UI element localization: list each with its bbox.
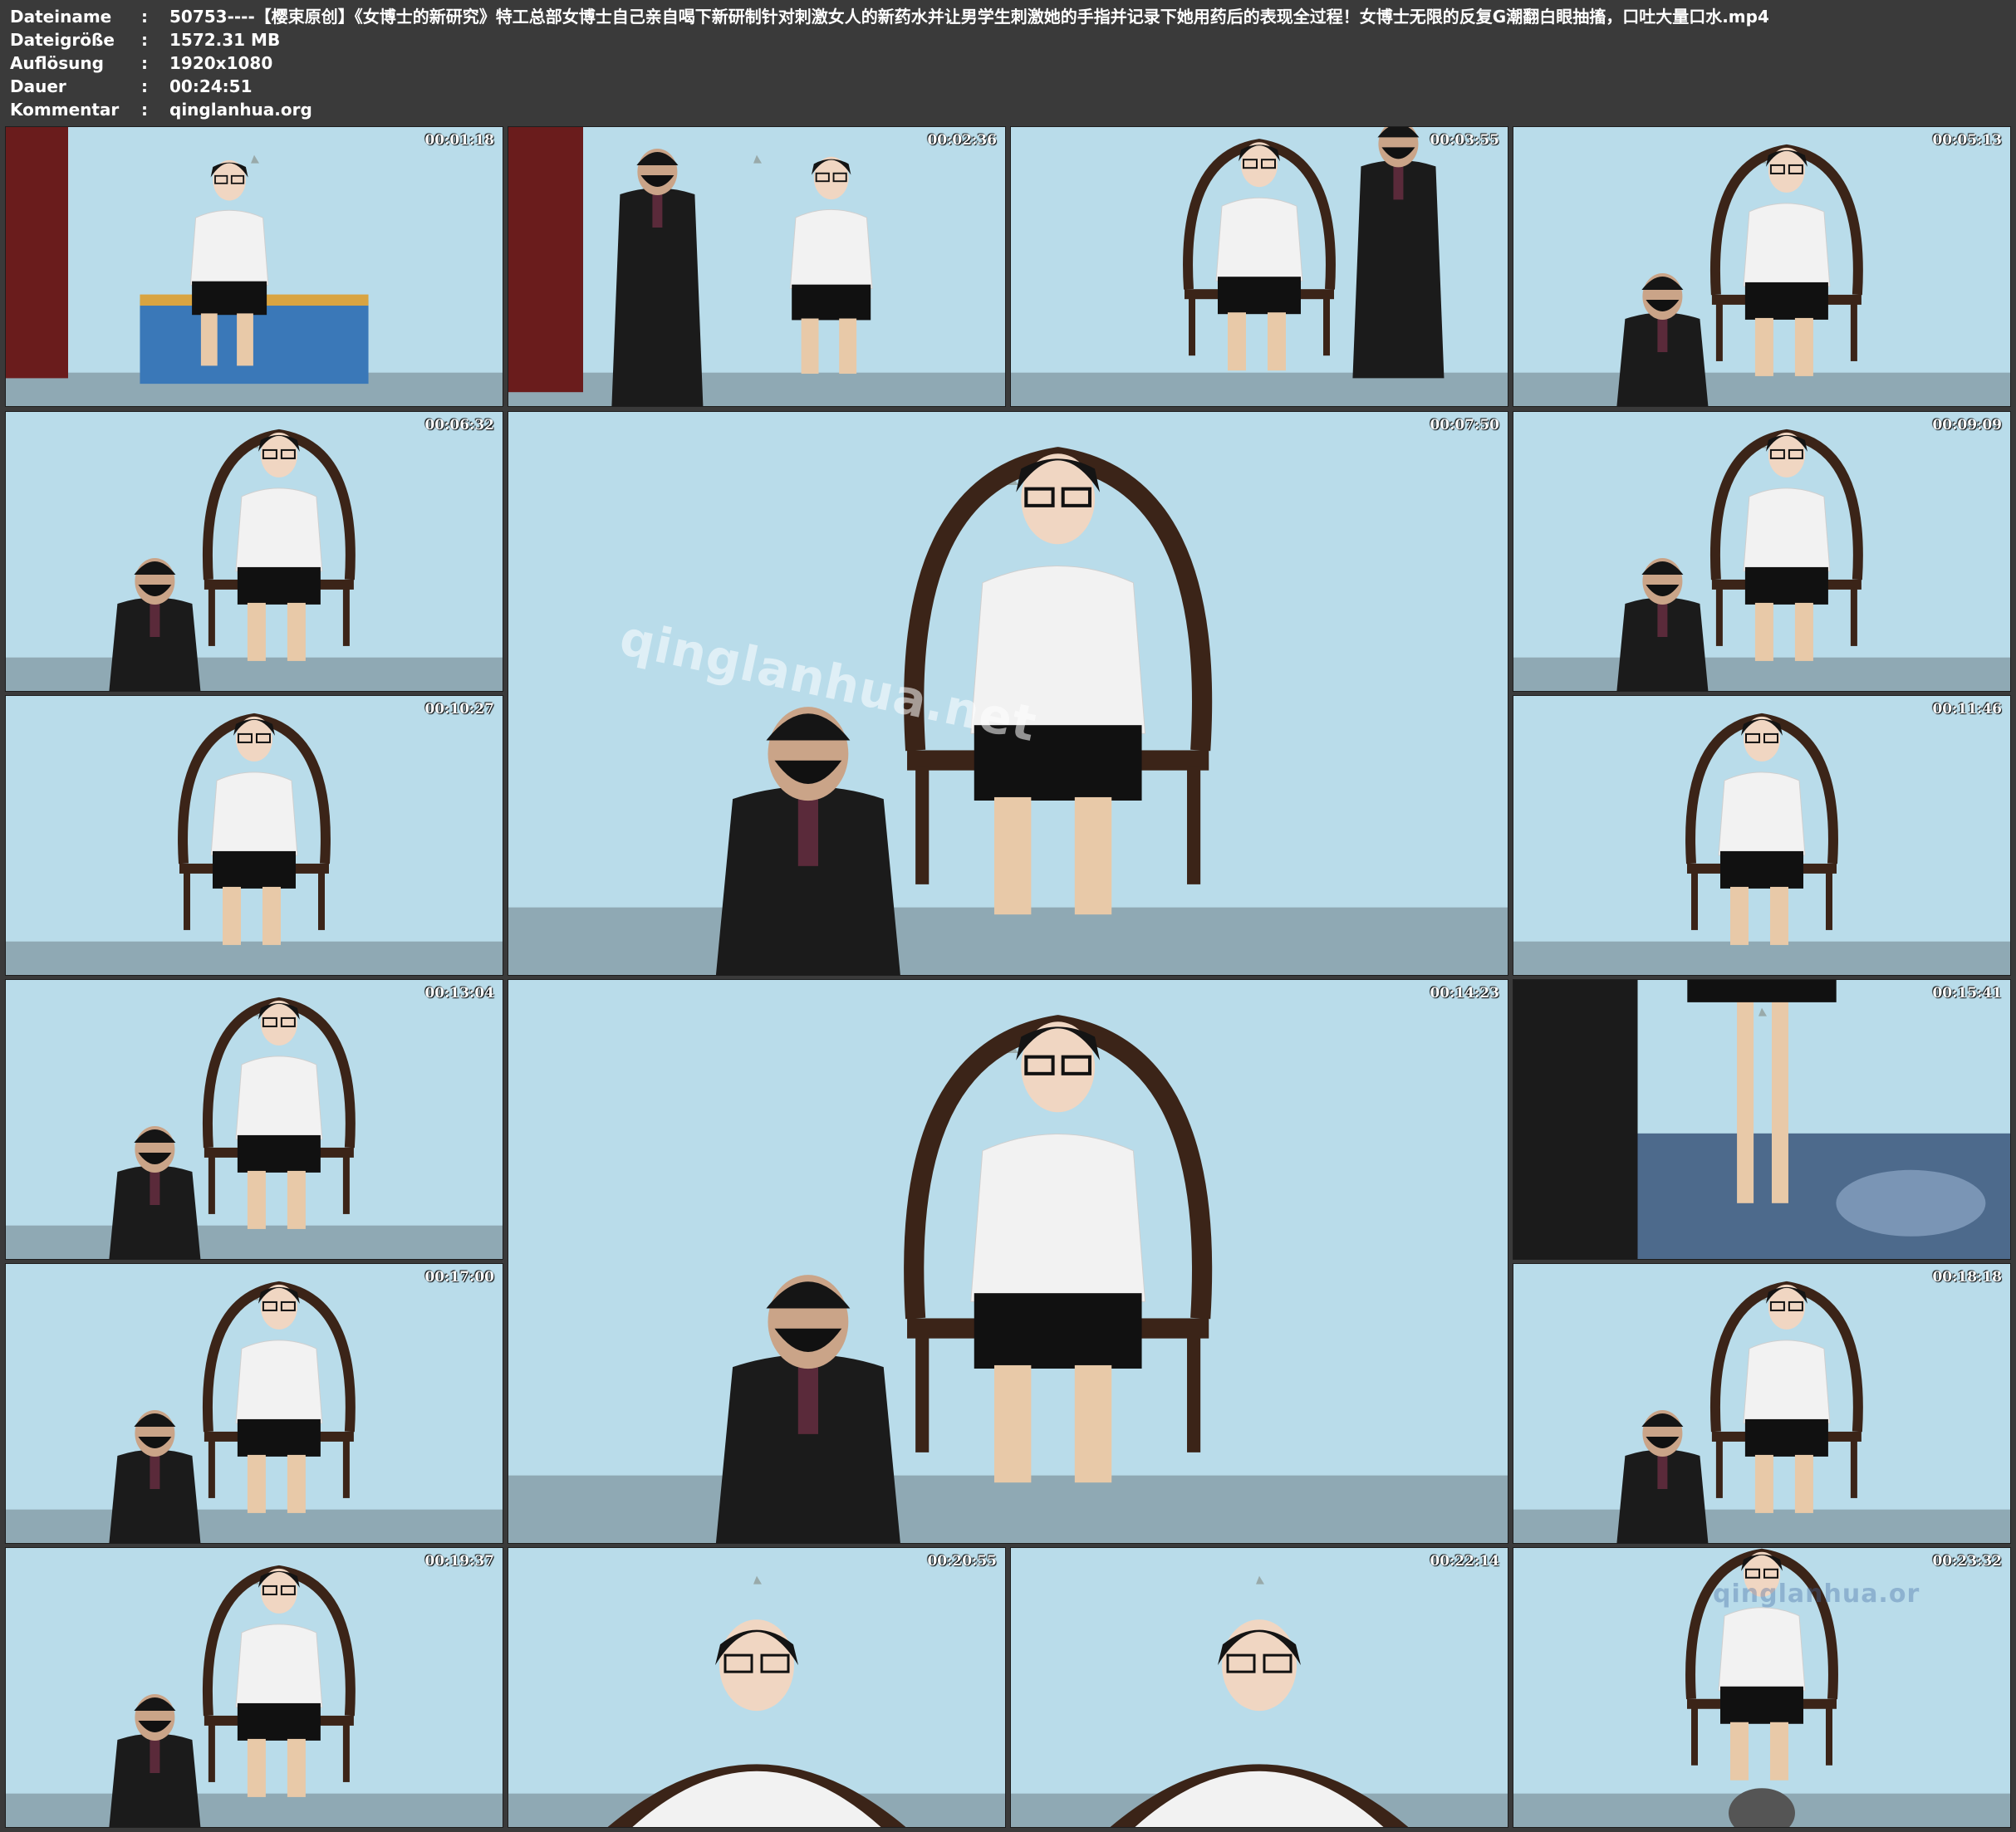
thumbnail-image	[1513, 412, 2010, 691]
info-row-resolution: Auflösung : 1920x1080	[10, 51, 2004, 75]
video-thumbnail: 00:18:18	[1513, 1264, 2010, 1543]
thumbnail-image	[1513, 980, 2010, 1259]
thumbnail-image	[6, 696, 503, 975]
info-value: 50753----【樱束原创】《女博士的新研究》特工总部女博士自己亲自喝下新研制…	[169, 7, 1769, 27]
thumbnail-timestamp: 00:17:00	[424, 1269, 494, 1286]
info-separator: :	[141, 100, 148, 120]
video-thumbnail: 00:06:32	[6, 412, 503, 691]
video-thumbnail: 00:11:46	[1513, 696, 2010, 975]
watermark-text: qinglanhua.or	[1713, 1580, 1920, 1609]
video-thumbnail: 00:22:14	[1011, 1548, 1508, 1827]
thumbnail-image	[508, 1548, 1005, 1827]
thumbnail-image	[6, 1548, 503, 1827]
thumbnail-timestamp: 00:06:32	[424, 417, 494, 434]
video-thumbnail: 00:01:18	[6, 127, 503, 406]
info-row-duration: Dauer : 00:24:51	[10, 75, 2004, 98]
thumbnail-timestamp: 00:13:04	[424, 985, 494, 1002]
thumbnail-timestamp: 00:10:27	[424, 701, 494, 718]
thumbnail-timestamp: 00:01:18	[424, 132, 494, 149]
file-info-header: Dateiname : 50753----【樱束原创】《女博士的新研究》特工总部…	[10, 5, 2004, 121]
video-thumbnail: 00:09:09	[1513, 412, 2010, 691]
info-separator: :	[141, 76, 148, 96]
info-separator: :	[141, 7, 148, 27]
thumbnail-image	[6, 980, 503, 1259]
thumbnail-image	[508, 127, 1005, 406]
thumbnail-timestamp: 00:02:36	[927, 132, 997, 149]
thumbnail-timestamp: 00:07:50	[1430, 417, 1499, 434]
info-key: Kommentar	[10, 100, 120, 120]
info-value: 1920x1080	[169, 53, 273, 73]
video-thumbnail: 00:19:37	[6, 1548, 503, 1827]
thumbnail-timestamp: 00:20:55	[927, 1553, 997, 1570]
info-row-filesize: Dateigröße : 1572.31 MB	[10, 28, 2004, 51]
thumbnail-image	[1011, 127, 1508, 406]
info-value: 00:24:51	[169, 76, 253, 96]
info-key: Dauer	[10, 76, 66, 96]
thumbnail-timestamp: 00:11:46	[1932, 701, 2002, 718]
thumbnail-timestamp: 00:19:37	[424, 1553, 494, 1570]
thumbnail-image	[1513, 696, 2010, 975]
thumbnail-image	[1513, 127, 2010, 406]
video-thumbnail: 00:14:23	[508, 980, 1508, 1543]
video-thumbnail: 00:10:27	[6, 696, 503, 975]
thumbnail-timestamp: 00:05:13	[1932, 132, 2002, 149]
info-key: Dateiname	[10, 7, 112, 27]
info-row-filename: Dateiname : 50753----【樱束原创】《女博士的新研究》特工总部…	[10, 5, 2004, 28]
video-thumbnail: 00:13:04	[6, 980, 503, 1259]
thumbnail-image	[1513, 1264, 2010, 1543]
thumbnail-image	[508, 980, 1508, 1543]
thumbnail-image	[6, 127, 503, 406]
info-row-comment: Kommentar : qinglanhua.org	[10, 98, 2004, 121]
video-thumbnail: 00:15:41	[1513, 980, 2010, 1259]
info-separator: :	[141, 53, 148, 73]
video-thumbnail: 00:02:36	[508, 127, 1005, 406]
thumbnail-image	[1011, 1548, 1508, 1827]
thumbnail-timestamp: 00:22:14	[1430, 1553, 1499, 1570]
video-thumbnail: 00:03:55	[1011, 127, 1508, 406]
info-key: Auflösung	[10, 53, 104, 73]
thumbnail-timestamp: 00:14:23	[1430, 985, 1499, 1002]
video-thumbnail: 00:07:50 qinglanhua.net	[508, 412, 1508, 975]
info-separator: :	[141, 30, 148, 50]
info-value: 1572.31 MB	[169, 30, 281, 50]
video-thumbnail: 00:23:32 qinglanhua.or	[1513, 1548, 2010, 1827]
thumbnail-timestamp: 00:03:55	[1430, 132, 1499, 149]
thumbnail-image	[6, 412, 503, 691]
info-value: qinglanhua.org	[169, 100, 312, 120]
thumbnail-timestamp: 00:18:18	[1932, 1269, 2002, 1286]
video-thumbnail: 00:05:13	[1513, 127, 2010, 406]
thumbnail-timestamp: 00:15:41	[1932, 985, 2002, 1002]
thumbnail-timestamp: 00:23:32	[1932, 1553, 2002, 1570]
info-key: Dateigröße	[10, 30, 115, 50]
thumbnail-image	[6, 1264, 503, 1543]
video-thumbnail: 00:17:00	[6, 1264, 503, 1543]
video-thumbnail: 00:20:55	[508, 1548, 1005, 1827]
thumbnail-timestamp: 00:09:09	[1932, 417, 2002, 434]
